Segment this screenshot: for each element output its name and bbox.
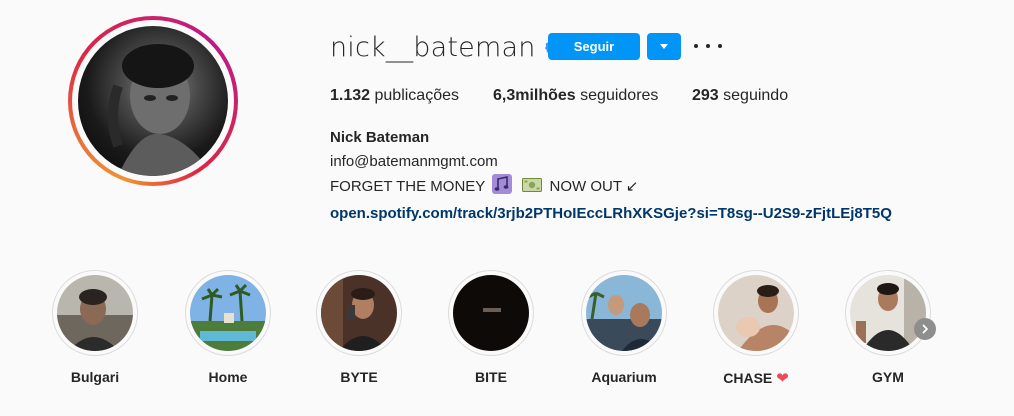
profile-avatar — [78, 26, 228, 176]
more-options-icon — [694, 44, 698, 48]
musical-notes-emoji — [492, 174, 513, 202]
highlight-cover — [190, 275, 266, 351]
highlight-label: BITE — [475, 369, 507, 385]
highlight-label: CHASE ❤ — [712, 369, 800, 387]
chevron-down-icon — [660, 44, 668, 49]
highlight-label: Bulgari — [70, 369, 120, 385]
highlight-label: GYM — [872, 369, 904, 385]
highlight-ring — [581, 270, 667, 356]
story-highlight-byte[interactable]: BYTE — [315, 270, 403, 385]
followers-stat[interactable]: 6,3milhões seguidores — [493, 87, 658, 105]
bio-release-suffix: NOW OUT ↙ — [549, 178, 639, 195]
posts-count: 1.132 — [330, 87, 371, 104]
username-row: nick__bateman — [330, 30, 562, 64]
full-name: Nick Bateman — [330, 129, 430, 146]
username: nick__bateman — [330, 31, 536, 63]
bio-email: info@batemanmgmt.com — [330, 153, 498, 170]
profile-bio: Nick Bateman info@batemanmgmt.com FORGET… — [330, 126, 892, 226]
chevron-right-icon — [922, 324, 928, 334]
profile-avatar-story-ring[interactable] — [68, 16, 238, 186]
following-count: 293 — [692, 87, 719, 104]
highlight-cover — [586, 275, 662, 351]
highlight-ring — [845, 270, 931, 356]
story-highlight-bulgari[interactable]: Bulgari — [51, 270, 139, 385]
highlight-ring — [185, 270, 271, 356]
highlight-cover — [57, 275, 133, 351]
followers-count: 6,3milhões — [493, 87, 576, 104]
following-label: seguindo — [723, 87, 789, 104]
highlight-cover — [850, 275, 926, 351]
posts-stat: 1.132 publicações — [330, 87, 459, 105]
story-highlight-bite[interactable]: BITE — [447, 270, 535, 385]
highlight-cover — [321, 275, 397, 351]
highlight-ring — [448, 270, 534, 356]
avatar-gap — [72, 20, 234, 182]
highlight-ring — [52, 270, 138, 356]
bio-release-line: FORGET THE MONEY NOW OUT ↙ — [330, 174, 892, 202]
story-highlight-home[interactable]: Home — [184, 270, 272, 385]
highlight-label: BYTE — [340, 369, 378, 385]
highlight-ring — [316, 270, 402, 356]
highlight-label-text: CHASE — [723, 370, 773, 386]
dollar-banknote-emoji — [522, 177, 543, 201]
story-highlight-aquarium[interactable]: Aquarium — [580, 270, 668, 385]
story-highlight-chase[interactable]: CHASE ❤ — [712, 270, 800, 387]
bio-external-link[interactable]: open.spotify.com/track/3rjb2PTHoIEccLRhX… — [330, 202, 892, 226]
follow-button[interactable]: Seguir — [548, 33, 640, 60]
more-options-button[interactable] — [694, 36, 722, 56]
posts-label: publicações — [374, 87, 460, 104]
highlights-next-button[interactable] — [914, 318, 936, 340]
red-heart-emoji: ❤ — [776, 370, 789, 387]
suggested-accounts-dropdown-button[interactable] — [647, 33, 681, 60]
following-stat[interactable]: 293 seguindo — [692, 87, 788, 105]
followers-label: seguidores — [580, 87, 659, 104]
bio-release-text: FORGET THE MONEY — [330, 178, 486, 195]
highlight-cover — [453, 275, 529, 351]
highlight-cover — [718, 275, 794, 351]
profile-photo — [108, 44, 213, 176]
highlight-ring — [713, 270, 799, 356]
highlight-label: Aquarium — [591, 369, 657, 385]
highlight-label: Home — [208, 369, 248, 385]
